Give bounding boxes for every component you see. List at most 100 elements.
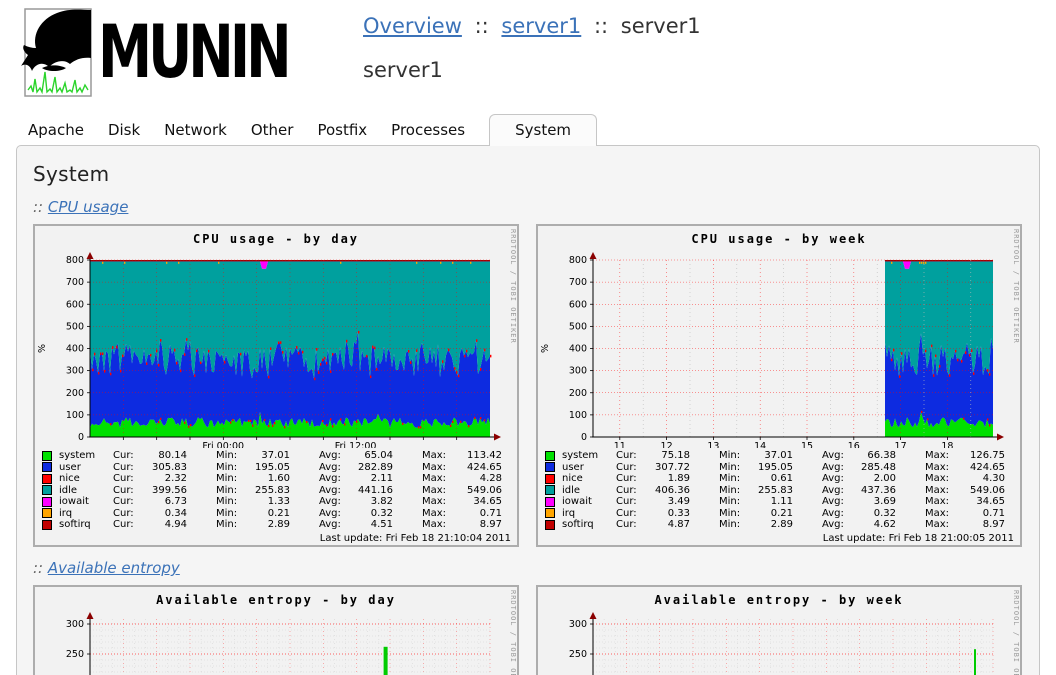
tab-apache[interactable]: Apache [16,116,96,145]
legend-value: 2.32 [147,473,187,485]
svg-text:Fri 00:00: Fri 00:00 [202,441,244,448]
legend-row: niceCur:1.89Min:0.61Avg:2.00Max:4.30 [540,473,1020,485]
legend-label: idle [55,485,113,497]
legend-value: 4.87 [650,519,690,531]
graph-title: CPU usage - by day [35,226,517,250]
available-entropy-link[interactable]: Available entropy [48,559,180,577]
graph-entropy-week[interactable]: Available entropy - by week 300250 RRDTO… [536,585,1022,675]
legend-key: Avg: [822,462,856,474]
page-title: System [33,162,1023,186]
breadcrumb-host-link[interactable]: server1 [501,14,581,38]
legend-value: 549.06 [456,485,502,497]
svg-text:13: 13 [707,441,719,448]
legend-value: 285.48 [856,462,896,474]
graph-legend: systemCur:80.14Min:37.01Avg:65.04Max:113… [35,448,517,531]
legend-key: Max: [422,450,456,462]
svg-text:11: 11 [614,441,626,448]
legend-swatch-irq [42,508,52,518]
legend-row: userCur:305.83Min:195.05Avg:282.89Max:42… [37,462,517,474]
graph-title: Available entropy - by day [35,587,517,611]
svg-text:200: 200 [569,388,587,399]
legend-value: 2.11 [353,473,393,485]
svg-text:300: 300 [66,619,84,630]
legend-label: softirq [55,519,113,531]
legend-value: 0.61 [753,473,793,485]
legend-row: softirqCur:4.94Min:2.89Avg:4.51Max:8.97 [37,519,517,531]
legend-row: idleCur:406.36Min:255.83Avg:437.36Max:54… [540,485,1020,497]
legend-swatch-idle [42,485,52,495]
legend-key: Min: [216,519,250,531]
legend-key: Cur: [616,450,650,462]
legend-label: user [558,462,616,474]
legend-key: Max: [925,485,959,497]
legend-value: 0.21 [753,508,793,520]
legend-value: 195.05 [250,462,290,474]
entropy-graph-row: Available entropy - by day 300250 RRDTOO… [33,585,1023,675]
legend-row: niceCur:2.32Min:1.60Avg:2.11Max:4.28 [37,473,517,485]
legend-swatch-user [42,462,52,472]
legend-value: 305.83 [147,462,187,474]
legend-label: nice [558,473,616,485]
tab-system[interactable]: System [489,114,597,146]
cpu-graph-row: CPU usage - by day 010020030040050060070… [33,224,1023,547]
tab-other[interactable]: Other [239,116,306,145]
breadcrumb: Overview :: server1 :: server1 [363,14,701,38]
legend-row: iowaitCur:6.73Min:1.33Avg:3.82Max:34.65 [37,496,517,508]
legend-value: 66.38 [856,450,896,462]
tab-disk[interactable]: Disk [96,116,152,145]
svg-text:100: 100 [66,410,84,421]
legend-value: 37.01 [250,450,290,462]
legend-key: Min: [719,496,753,508]
cpu-usage-link[interactable]: CPU usage [48,198,129,216]
graph-entropy-day[interactable]: Available entropy - by day 300250 RRDTOO… [33,585,519,675]
rrdtool-watermark: RRDTOOL / TOBI OETIKER [509,229,517,344]
legend-value: 1.33 [250,496,290,508]
legend-key: Avg: [319,473,353,485]
legend-label: nice [55,473,113,485]
tab-postfix[interactable]: Postfix [305,116,379,145]
legend-key: Min: [216,450,250,462]
tab-processes[interactable]: Processes [379,116,477,145]
legend-value: 2.00 [856,473,896,485]
legend-value: 0.71 [959,508,1005,520]
graph-title: Available entropy - by week [538,587,1020,611]
legend-swatch-iowait [545,497,555,507]
legend-value: 282.89 [353,462,393,474]
legend-value: 307.72 [650,462,690,474]
svg-text:300: 300 [569,366,587,377]
legend-value: 8.97 [959,519,1005,531]
graph-cpu-week[interactable]: CPU usage - by week 01002003004005006007… [536,224,1022,547]
legend-key: Cur: [616,508,650,520]
legend-value: 3.49 [650,496,690,508]
svg-text:15: 15 [801,441,813,448]
legend-key: Cur: [616,473,650,485]
svg-text:Fri 12:00: Fri 12:00 [335,441,377,448]
legend-swatch-softirq [545,520,555,530]
svg-text:250: 250 [569,649,587,660]
legend-key: Min: [719,485,753,497]
svg-text:700: 700 [66,277,84,288]
munin-page: MUNIN Overview :: server1 :: server1 ser… [0,0,1056,675]
breadcrumb-overview-link[interactable]: Overview [363,14,462,38]
legend-value: 34.65 [959,496,1005,508]
legend-key: Avg: [319,496,353,508]
legend-key: Max: [925,462,959,474]
svg-text:16: 16 [848,441,860,448]
svg-text:500: 500 [569,321,587,332]
graph-cpu-day[interactable]: CPU usage - by day 010020030040050060070… [33,224,519,547]
legend-value: 3.69 [856,496,896,508]
legend-value: 0.71 [456,508,502,520]
tab-network[interactable]: Network [152,116,239,145]
munin-logo: MUNIN [20,8,335,98]
legend-label: softirq [558,519,616,531]
content-panel: System :: CPU usage CPU usage - by day 0… [16,145,1040,675]
legend-value: 3.82 [353,496,393,508]
breadcrumb-separator: :: [475,14,489,38]
svg-text:300: 300 [569,619,587,630]
legend-key: Avg: [319,462,353,474]
header: MUNIN Overview :: server1 :: server1 ser… [0,0,1056,110]
svg-text:200: 200 [66,388,84,399]
legend-key: Avg: [822,450,856,462]
legend-value: 1.60 [250,473,290,485]
legend-value: 2.89 [250,519,290,531]
